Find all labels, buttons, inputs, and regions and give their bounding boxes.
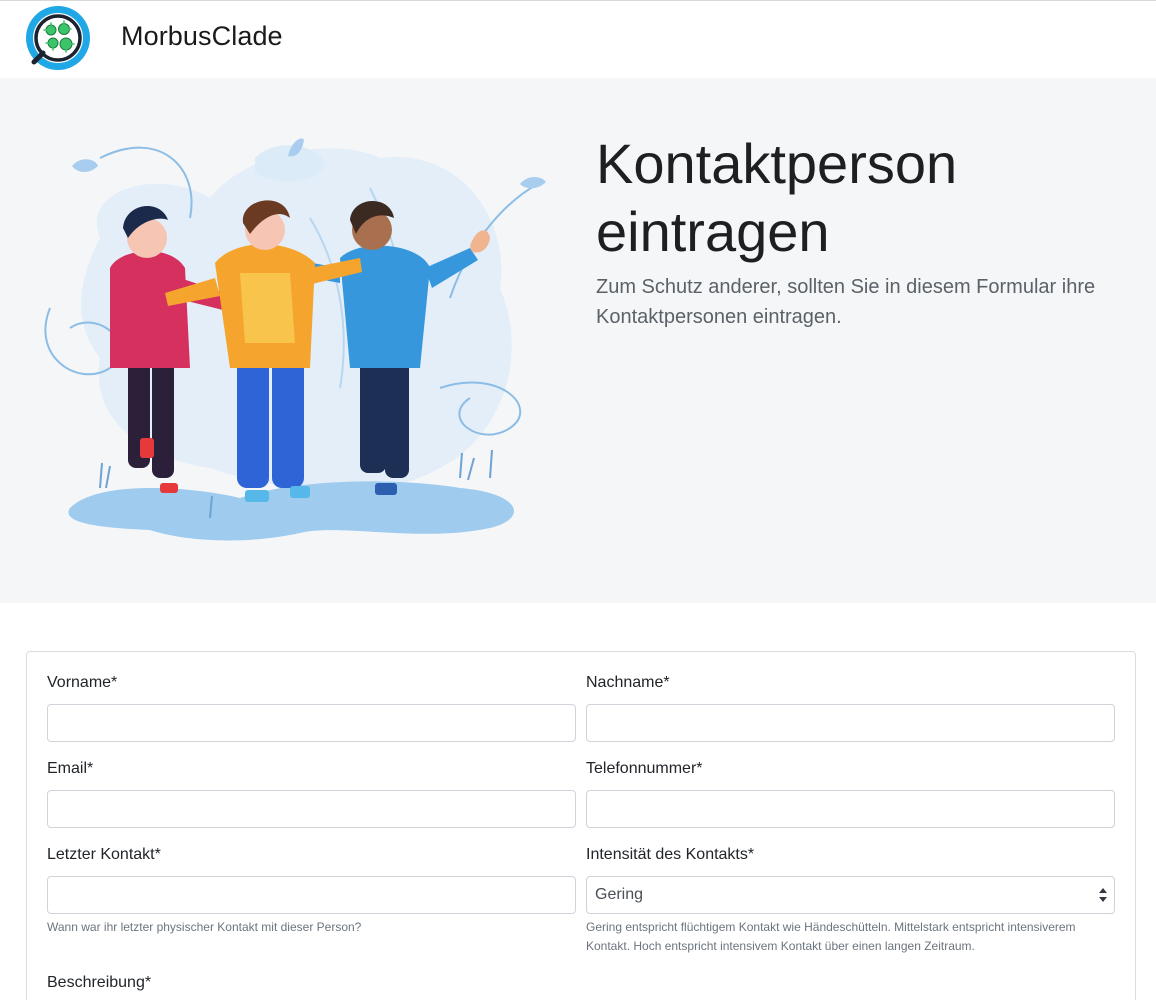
page-title: Kontaktperson eintragen [596,130,1136,266]
intensitaet-label: Intensität des Kontakts* [586,846,755,863]
morbusclade-logo-icon[interactable] [26,6,90,70]
letzter-kontakt-input[interactable] [47,876,576,914]
hero-section: Kontaktperson eintragen Zum Schutz ander… [0,78,1156,603]
page-title-line-1: Kontaktperson [596,132,958,195]
nachname-label: Nachname* [586,674,670,691]
nachname-input[interactable] [586,704,1115,742]
telefon-input[interactable] [586,790,1115,828]
navbar: MorbusClade [0,1,1156,77]
contact-form-card: Vorname* Nachname* Email* Telefonnummer*… [26,651,1136,1000]
page-title-line-2: eintragen [596,200,830,263]
email-input[interactable] [47,790,576,828]
letzter-kontakt-label: Letzter Kontakt* [47,846,161,863]
letzter-kontakt-help: Wann war ihr letzter physischer Kontakt … [47,920,362,934]
intensitaet-selected-value: Gering [595,886,644,903]
beschreibung-label: Beschreibung* [47,974,152,991]
email-label: Email* [47,760,94,777]
vorname-input[interactable] [47,704,576,742]
brand-name[interactable]: MorbusClade [121,21,283,52]
telefon-label: Telefonnummer* [586,760,703,777]
select-arrows-icon [1099,888,1107,902]
page-lead-text: Zum Schutz anderer, sollten Sie in diese… [596,276,1096,328]
intensitaet-select[interactable]: Gering [586,876,1115,914]
vorname-label: Vorname* [47,674,118,691]
friends-illustration [44,138,546,541]
intensitaet-help: Gering entspricht flüchtigem Kontakt wie… [586,920,1076,953]
